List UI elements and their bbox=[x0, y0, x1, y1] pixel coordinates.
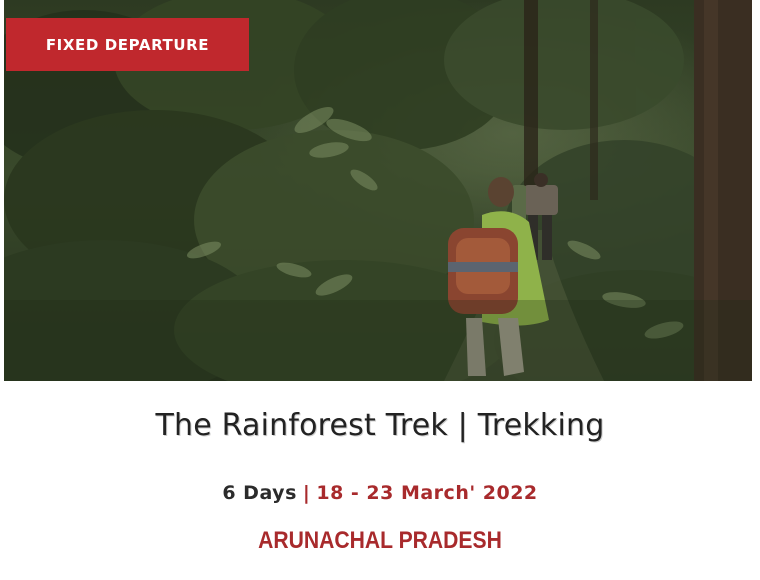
trek-duration-dates: 6 Days | 18 - 23 March' 2022 bbox=[0, 482, 760, 504]
trek-dates: 18 - 23 March' 2022 bbox=[316, 482, 538, 504]
meta-separator: | bbox=[302, 482, 311, 504]
trek-duration: 6 Days bbox=[222, 482, 297, 504]
fixed-departure-badge: FIXED DEPARTURE bbox=[6, 18, 249, 71]
trek-card: FIXED DEPARTURE The Rainforest Trek | Tr… bbox=[0, 0, 760, 580]
trek-title: The Rainforest Trek | Trekking bbox=[155, 408, 605, 443]
trek-region: ARUNACHAL PRADESH bbox=[258, 527, 502, 554]
